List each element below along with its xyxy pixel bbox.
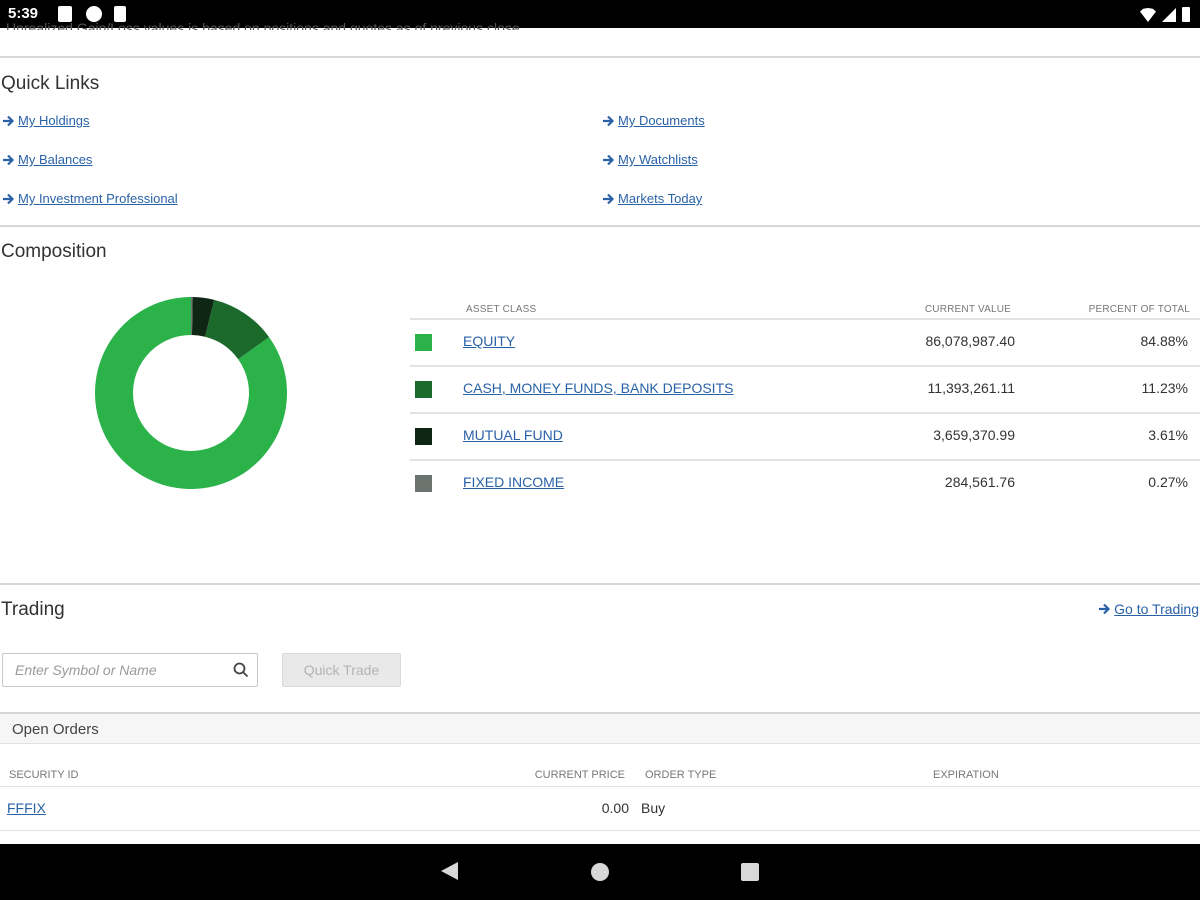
percent-of-total: 84.88% <box>1140 333 1188 349</box>
composition-donut-chart <box>95 297 288 489</box>
divider <box>0 830 1200 831</box>
home-icon[interactable] <box>591 863 609 881</box>
divider <box>0 786 1200 787</box>
symbol-search-input[interactable] <box>3 654 223 686</box>
link-markets-today[interactable]: Markets Today <box>602 191 702 206</box>
link-my-holdings[interactable]: My Holdings <box>2 113 90 128</box>
trading-title: Trading <box>1 599 65 620</box>
quick-trade-button[interactable]: Quick Trade <box>282 653 401 687</box>
asset-class-link[interactable]: FIXED INCOME <box>463 474 564 490</box>
header-asset-class: ASSET CLASS <box>466 304 537 315</box>
back-icon[interactable] <box>441 862 458 880</box>
order-security-id-link[interactable]: FFFIX <box>7 800 46 816</box>
divider <box>0 56 1200 58</box>
composition-title: Composition <box>1 241 107 262</box>
current-value: 86,078,987.40 <box>925 333 1015 349</box>
header-current-price: CURRENT PRICE <box>534 769 625 781</box>
status-time: 5:39 <box>8 5 39 22</box>
legend-swatch <box>415 475 432 492</box>
open-orders-title: Open Orders <box>12 721 99 738</box>
go-to-trading-link[interactable]: Go to Trading <box>1098 601 1199 617</box>
search-icon[interactable] <box>233 662 249 678</box>
battery-icon <box>1182 7 1190 22</box>
order-current-price: 0.00 <box>601 800 629 816</box>
link-my-balances[interactable]: My Balances <box>2 152 92 167</box>
header-order-type: ORDER TYPE <box>645 769 717 781</box>
arrow-right-icon <box>1098 603 1111 615</box>
system-nav-bar <box>0 844 1200 900</box>
composition-row: CASH, MONEY FUNDS, BANK DEPOSITS 11,393,… <box>410 365 1200 412</box>
arrow-right-icon <box>2 154 15 166</box>
sd-card-icon <box>114 6 126 22</box>
current-value: 3,659,370.99 <box>933 427 1015 443</box>
wifi-icon <box>1140 8 1156 22</box>
quick-links-title: Quick Links <box>1 73 100 94</box>
symbol-search <box>2 653 258 687</box>
arrow-right-icon <box>602 193 615 205</box>
arrow-right-icon <box>2 115 15 127</box>
header-security-id: SECURITY ID <box>9 769 79 781</box>
status-indicators <box>1140 6 1190 22</box>
arrow-right-icon <box>602 154 615 166</box>
header-percent-of-total: PERCENT OF TOTAL <box>1088 304 1190 315</box>
divider <box>0 225 1200 227</box>
open-orders-header: Open Orders <box>0 712 1200 744</box>
percent-of-total: 0.27% <box>1148 474 1188 490</box>
asset-class-link[interactable]: CASH, MONEY FUNDS, BANK DEPOSITS <box>463 380 733 396</box>
composition-row: FIXED INCOME 284,561.76 0.27% <box>410 459 1200 506</box>
asset-class-link[interactable]: MUTUAL FUND <box>463 427 563 443</box>
recent-apps-icon[interactable] <box>741 863 759 881</box>
divider <box>0 583 1200 585</box>
link-my-watchlists[interactable]: My Watchlists <box>602 152 698 167</box>
link-my-investment-professional[interactable]: My Investment Professional <box>2 191 178 206</box>
cell-signal-icon <box>1162 8 1176 22</box>
legend-swatch <box>415 428 432 445</box>
composition-row: MUTUAL FUND 3,659,370.99 3.61% <box>410 412 1200 459</box>
asset-class-link[interactable]: EQUITY <box>463 333 515 349</box>
arrow-right-icon <box>2 193 15 205</box>
percent-of-total: 3.61% <box>1148 427 1188 443</box>
current-value: 284,561.76 <box>944 474 1015 490</box>
header-current-value: CURRENT VALUE <box>924 304 1011 315</box>
legend-swatch <box>415 381 432 398</box>
app-notification-icon <box>86 6 102 22</box>
header-expiration: EXPIRATION <box>933 769 999 781</box>
arrow-right-icon <box>602 115 615 127</box>
gain-loss-note: Unrealized Gain/Loss values is based on … <box>6 22 524 30</box>
current-value: 11,393,261.11 <box>927 380 1015 396</box>
percent-of-total: 11.23% <box>1141 380 1188 396</box>
notification-icon <box>58 6 72 22</box>
link-my-documents[interactable]: My Documents <box>602 113 705 128</box>
order-type: Buy <box>641 800 666 816</box>
composition-row: EQUITY 86,078,987.40 84.88% <box>410 318 1200 365</box>
legend-swatch <box>415 334 432 351</box>
